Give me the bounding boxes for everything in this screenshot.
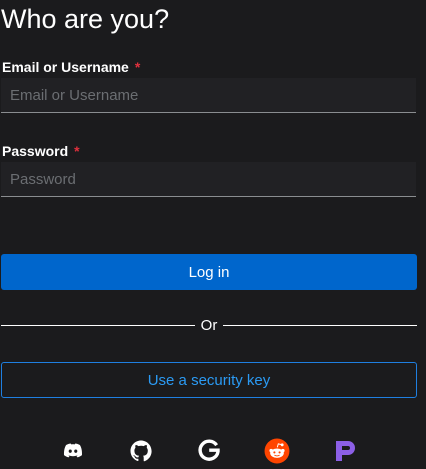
google-login-button[interactable]: [194, 436, 224, 466]
discord-login-button[interactable]: [58, 436, 88, 466]
divider-text: Or: [200, 316, 218, 334]
password-required-mark: *: [74, 143, 80, 159]
page-title: Who are you?: [1, 4, 170, 34]
or-divider: Or: [1, 315, 418, 335]
divider-line-right: [223, 324, 418, 326]
username-input[interactable]: [1, 78, 416, 113]
login-page: Who are you? Email or Username * Password…: [0, 0, 426, 469]
password-input[interactable]: [1, 162, 416, 197]
username-label-text: Email or Username: [2, 59, 129, 75]
google-icon: [198, 439, 220, 461]
discord-icon: [63, 443, 83, 458]
password-label: Password *: [2, 142, 80, 160]
username-label: Email or Username *: [2, 58, 140, 76]
patreon-icon: [336, 441, 355, 461]
reddit-icon: [264, 438, 290, 464]
reddit-login-button[interactable]: [262, 436, 292, 466]
patreon-login-button[interactable]: [330, 436, 360, 466]
username-required-mark: *: [134, 59, 141, 75]
divider-line-left: [1, 324, 195, 326]
security-key-button[interactable]: Use a security key: [1, 362, 417, 398]
login-button[interactable]: Log in: [1, 254, 417, 290]
github-icon: [130, 440, 152, 462]
social-login-row: [0, 436, 426, 466]
github-login-button[interactable]: [126, 436, 156, 466]
password-label-text: Password: [2, 143, 69, 159]
